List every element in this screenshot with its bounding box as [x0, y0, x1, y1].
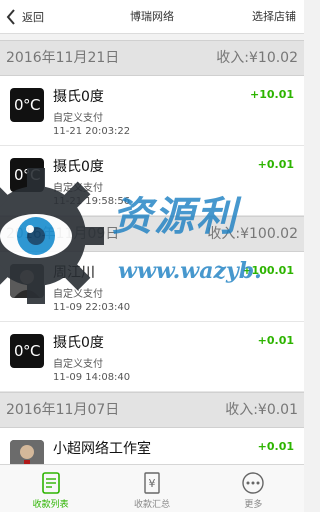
- payment-amount: +100.01: [242, 264, 294, 277]
- back-label: 返回: [22, 11, 44, 24]
- user-photo-avatar: [10, 264, 44, 298]
- person-silhouette-icon: [10, 264, 44, 298]
- payment-record[interactable]: 周江川 自定义支付 11-09 22:03:40 +100.01: [0, 252, 304, 322]
- svg-text:¥: ¥: [148, 477, 155, 490]
- receipt-list-icon: [41, 472, 60, 494]
- chevron-left-icon: [6, 9, 15, 25]
- payment-amount: +0.01: [257, 334, 294, 347]
- tab-label: 收款汇总: [133, 500, 170, 510]
- section-income: 收入:¥0.01: [225, 402, 298, 418]
- yuan-summary-icon: ¥: [144, 472, 160, 494]
- payment-type: 自定义支付: [53, 113, 103, 124]
- payment-record[interactable]: 0°C 摄氏0度 自定义支付 11-21 20:03:22 +10.01: [0, 76, 304, 146]
- payment-record[interactable]: 0°C 摄氏0度 自定义支付 11-09 14:08:40 +0.01: [0, 322, 304, 392]
- section-date: 2016年11月07日: [6, 402, 120, 418]
- top-navigation-bar: 返回 博瑞网络 选择店铺: [0, 0, 304, 34]
- avatar: 0°C: [10, 334, 44, 368]
- section-header: 2016年11月21日 收入:¥10.02: [0, 40, 304, 76]
- tab-receipt-list[interactable]: 收款列表: [0, 465, 101, 512]
- person-photo-icon: [10, 440, 44, 464]
- payment-amount: +0.01: [257, 158, 294, 171]
- section-date: 2016年11月09日: [6, 226, 120, 242]
- payment-time: 11-09 22:03:40: [53, 302, 131, 313]
- section-header: 2016年11月07日 收入:¥0.01: [0, 392, 304, 428]
- bottom-tab-bar: 收款列表 ¥ 收款汇总 更多: [0, 464, 304, 512]
- section-date: 2016年11月21日: [6, 50, 120, 66]
- section-income: 收入:¥100.02: [207, 226, 298, 242]
- payment-time: 11-09 14:08:40: [53, 372, 131, 383]
- payer-name: 周江川: [53, 265, 95, 281]
- tab-label: 更多: [244, 500, 263, 510]
- tab-receipt-summary[interactable]: ¥ 收款汇总: [101, 465, 202, 512]
- payment-type: 自定义支付: [53, 183, 103, 194]
- date-section: 2016年11月21日 收入:¥10.02 0°C 摄氏0度 自定义支付 11-…: [0, 40, 304, 216]
- payment-record[interactable]: 小超网络工作室 自定义支付 +0.01: [0, 428, 304, 464]
- avatar: 0°C: [10, 88, 44, 122]
- payment-type: 自定义支付: [53, 359, 103, 370]
- payer-name: 摄氏0度: [53, 335, 104, 351]
- select-store-button[interactable]: 选择店铺: [252, 0, 296, 34]
- tab-label: 收款列表: [32, 500, 69, 510]
- payer-name: 小超网络工作室: [53, 441, 151, 457]
- more-dots-icon: [242, 472, 265, 494]
- section-income: 收入:¥10.02: [216, 50, 298, 66]
- payment-amount: +0.01: [257, 440, 294, 453]
- avatar: 0°C: [10, 158, 44, 192]
- payment-time: 11-21 20:03:22: [53, 126, 131, 137]
- payer-name: 摄氏0度: [53, 159, 104, 175]
- payer-name: 摄氏0度: [53, 89, 104, 105]
- user-photo-avatar: [10, 440, 44, 464]
- payment-list[interactable]: 2016年11月21日 收入:¥10.02 0°C 摄氏0度 自定义支付 11-…: [0, 40, 304, 464]
- date-section: 2016年11月09日 收入:¥100.02 周江川 自定义支付 11-09 2…: [0, 216, 304, 392]
- section-header: 2016年11月09日 收入:¥100.02: [0, 216, 304, 252]
- date-section: 2016年11月07日 收入:¥0.01 小超网络工作室 自定义支付 +0.01: [0, 392, 304, 464]
- payment-type: 自定义支付: [53, 289, 103, 300]
- back-button[interactable]: 返回: [6, 6, 44, 28]
- payment-record[interactable]: 0°C 摄氏0度 自定义支付 11-21 19:58:56 +0.01: [0, 146, 304, 216]
- tab-more[interactable]: 更多: [203, 465, 304, 512]
- payment-time: 11-21 19:58:56: [53, 196, 131, 207]
- payment-amount: +10.01: [249, 88, 294, 101]
